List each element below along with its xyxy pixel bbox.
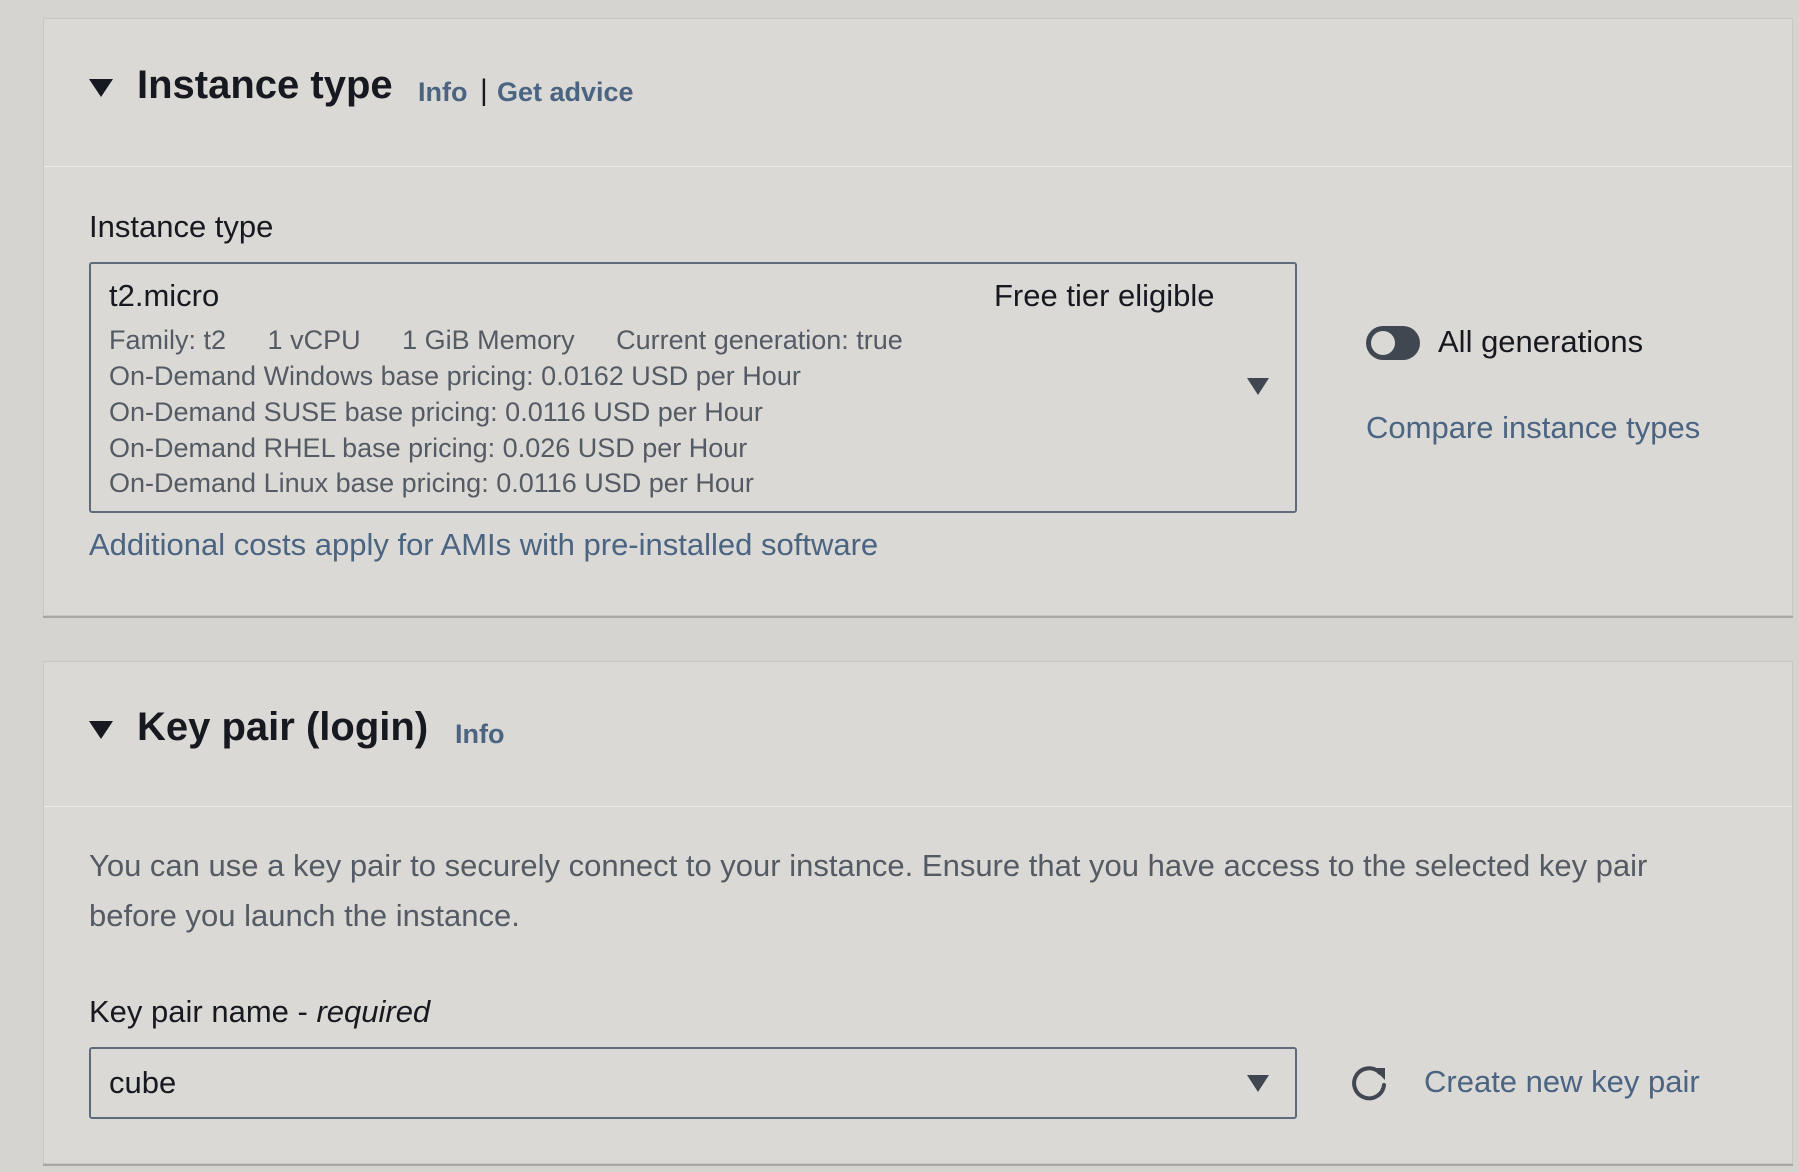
- memory-text: 1 GiB Memory: [402, 325, 575, 355]
- additional-costs-link[interactable]: Additional costs apply for AMIs with pre…: [89, 527, 878, 563]
- collapse-caret-icon[interactable]: [89, 79, 113, 97]
- get-advice-link[interactable]: Get advice: [497, 77, 634, 108]
- pricing-suse: On-Demand SUSE base pricing: 0.0116 USD …: [109, 397, 763, 427]
- toggle-knob: [1371, 331, 1395, 355]
- instance-type-title: Instance type: [137, 63, 393, 107]
- key-pair-name-label-text: Key pair name -: [89, 994, 317, 1029]
- key-pair-title: Key pair (login): [137, 705, 429, 749]
- header-separator: |: [480, 74, 488, 107]
- key-pair-description: You can use a key pair to securely conne…: [89, 848, 1648, 933]
- free-tier-badge: Free tier eligible: [994, 278, 1215, 313]
- key-pair-info-link[interactable]: Info: [455, 719, 504, 750]
- all-generations-label: All generations: [1438, 324, 1644, 359]
- pricing-rhel: On-Demand RHEL base pricing: 0.026 USD p…: [109, 433, 748, 463]
- refresh-icon[interactable]: [1350, 1064, 1390, 1104]
- instance-type-info-link[interactable]: Info: [418, 77, 467, 108]
- instance-specs-row: Family: t2 1 vCPU 1 GiB Memory Current g…: [109, 325, 937, 356]
- key-pair-value: cube: [109, 1065, 177, 1100]
- dropdown-caret-icon[interactable]: [1247, 1075, 1269, 1092]
- key-pair-header: Key pair (login) Info: [44, 662, 1792, 807]
- instance-type-header: Instance type Info | Get advice: [44, 19, 1792, 167]
- compare-instance-types-link[interactable]: Compare instance types: [1366, 410, 1700, 446]
- family-text: Family: t2: [109, 325, 227, 355]
- instance-type-field-label: Instance type: [89, 209, 274, 244]
- instance-type-panel: Instance type Info | Get advice Instance…: [43, 18, 1793, 616]
- instance-type-value: t2.micro: [109, 278, 220, 313]
- key-pair-name-label: Key pair name - required: [89, 994, 430, 1030]
- vcpu-text: 1 vCPU: [267, 325, 361, 355]
- pricing-linux: On-Demand Linux base pricing: 0.0116 USD…: [109, 468, 754, 498]
- dropdown-caret-icon[interactable]: [1247, 378, 1269, 395]
- create-new-key-pair-link[interactable]: Create new key pair: [1424, 1064, 1700, 1100]
- generation-text: Current generation: true: [616, 325, 903, 355]
- key-pair-panel: Key pair (login) Info You can use a key …: [43, 661, 1793, 1164]
- instance-type-select[interactable]: t2.micro Free tier eligible Family: t2 1…: [89, 262, 1297, 513]
- all-generations-toggle[interactable]: [1366, 326, 1420, 360]
- collapse-caret-icon[interactable]: [89, 721, 113, 739]
- key-pair-select[interactable]: cube: [89, 1047, 1297, 1119]
- required-marker: required: [316, 994, 431, 1029]
- pricing-windows: On-Demand Windows base pricing: 0.0162 U…: [109, 361, 801, 391]
